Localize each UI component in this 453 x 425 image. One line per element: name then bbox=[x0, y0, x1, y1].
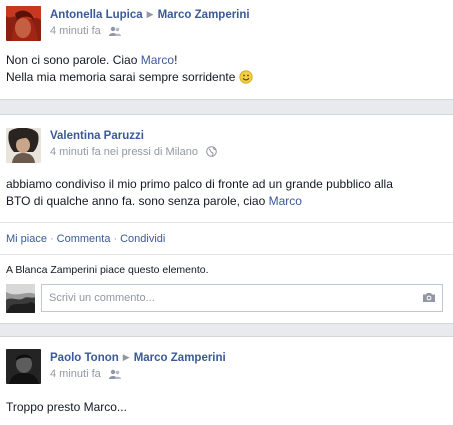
post-card: Paolo Tonon ▶ Marco Zamperini 4 minuti fa … bbox=[0, 336, 453, 425]
post-meta: 4 minuti fa bbox=[50, 25, 250, 39]
timestamp[interactable]: 4 minuti fa bbox=[50, 25, 101, 37]
camera-icon[interactable] bbox=[422, 292, 436, 306]
comment-input[interactable] bbox=[42, 285, 412, 311]
comment-composer bbox=[6, 284, 443, 313]
comment-link[interactable]: Commenta bbox=[57, 233, 111, 245]
author-link[interactable]: Valentina Paruzzi bbox=[50, 130, 144, 142]
smiley-emoji-icon bbox=[239, 70, 253, 89]
friends-audience-icon[interactable] bbox=[108, 26, 121, 39]
post-card: Valentina Paruzzi 4 minuti fa nei pressi… bbox=[0, 114, 453, 324]
post-text-line: Nella mia memoria sarai sempre sorrident… bbox=[6, 70, 236, 84]
timestamp[interactable]: 4 minuti fa bbox=[50, 368, 101, 380]
right-triangle-icon: ▶ bbox=[146, 9, 154, 19]
target-link[interactable]: Marco Zamperini bbox=[134, 352, 226, 364]
post-meta: 4 minuti fa nei pressi di Milano bbox=[50, 146, 217, 160]
author-link[interactable]: Paolo Tonon bbox=[50, 352, 119, 364]
divider bbox=[0, 254, 453, 255]
post-names: Antonella Lupica ▶ Marco Zamperini bbox=[50, 9, 250, 21]
share-link[interactable]: Condividi bbox=[120, 233, 165, 245]
post-text: Non ci sono parole. Ciao Marco! Nella mi… bbox=[6, 52, 253, 89]
globe-icon[interactable] bbox=[206, 146, 217, 160]
post-text: Troppo presto Marco... bbox=[6, 400, 127, 414]
right-triangle-icon: ▶ bbox=[122, 352, 130, 362]
target-link[interactable]: Marco Zamperini bbox=[158, 9, 250, 21]
comment-box bbox=[41, 284, 443, 312]
like-link[interactable]: Mi piace bbox=[6, 233, 47, 245]
post-text-line: BTO di qualche anno fa. sono senza parol… bbox=[6, 194, 269, 208]
action-separator: · bbox=[49, 233, 54, 245]
post-names: Valentina Paruzzi bbox=[50, 130, 217, 142]
post-card: Antonella Lupica ▶ Marco Zamperini 4 minut… bbox=[0, 0, 453, 100]
post-actions: Mi piace · Commenta · Condividi bbox=[6, 233, 165, 245]
mention-link[interactable]: Marco bbox=[141, 53, 174, 67]
mention-link[interactable]: Marco bbox=[269, 194, 302, 208]
divider bbox=[0, 222, 453, 223]
post-names: Paolo Tonon ▶ Marco Zamperini bbox=[50, 352, 226, 364]
friends-audience-icon[interactable] bbox=[108, 369, 121, 382]
avatar[interactable] bbox=[6, 6, 41, 41]
avatar[interactable] bbox=[6, 128, 41, 163]
action-separator: · bbox=[113, 233, 118, 245]
post-header: Paolo Tonon ▶ Marco Zamperini 4 minuti fa bbox=[50, 352, 226, 382]
timestamp-location[interactable]: 4 minuti fa nei pressi di Milano bbox=[50, 146, 198, 158]
post-header: Antonella Lupica ▶ Marco Zamperini 4 minut… bbox=[50, 9, 250, 39]
post-text-line: Non ci sono parole. Ciao bbox=[6, 53, 141, 67]
post-meta: 4 minuti fa bbox=[50, 368, 226, 382]
post-text-suffix: ! bbox=[174, 53, 178, 67]
post-text-line: abbiamo condiviso il mio primo palco di … bbox=[6, 177, 393, 191]
post-header: Valentina Paruzzi 4 minuti fa nei pressi… bbox=[50, 130, 217, 160]
author-link[interactable]: Antonella Lupica bbox=[50, 9, 143, 21]
likes-summary[interactable]: A Blanca Zamperini piace questo elemento… bbox=[6, 264, 209, 276]
post-text: abbiamo condiviso il mio primo palco di … bbox=[6, 176, 393, 210]
avatar[interactable] bbox=[6, 284, 35, 313]
avatar[interactable] bbox=[6, 349, 41, 384]
